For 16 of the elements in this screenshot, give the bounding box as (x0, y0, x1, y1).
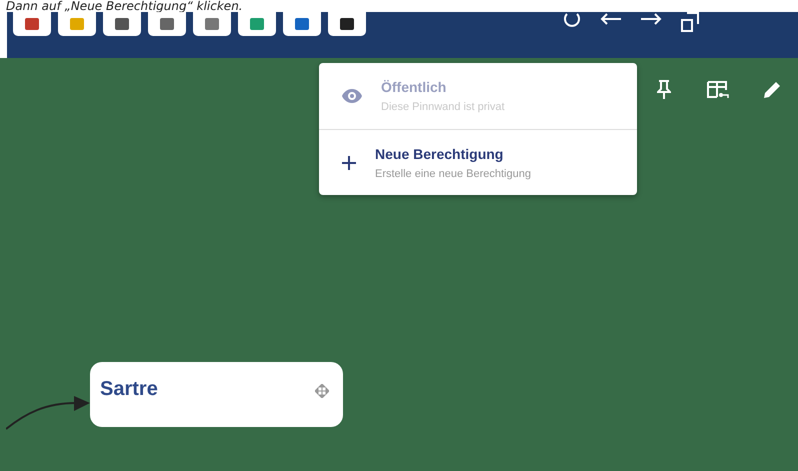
plus-icon (341, 154, 357, 170)
arrow-right-icon[interactable] (640, 12, 662, 26)
caption-text: Dann auf „Neue Berechtigung“ klicken. (5, 0, 244, 12)
menu-item-subtitle: Erstelle eine neue Berechtigung (375, 168, 531, 180)
copy-icon[interactable] (680, 12, 700, 32)
eye-icon (341, 88, 363, 104)
menu-item-title: Öffentlich (381, 79, 448, 95)
menu-item-title: Neue Berechtigung (375, 146, 504, 162)
node-title: Sartre (100, 378, 158, 401)
menu-item[interactable]: Neue Berechtigung Erstelle eine neue Berechtigung (319, 129, 637, 195)
arrow-left-icon[interactable] (600, 12, 622, 26)
app-icon[interactable] (103, 12, 141, 36)
move-icon[interactable] (315, 384, 329, 398)
app-icon[interactable] (328, 12, 366, 36)
mindmap-node[interactable]: Sartre (90, 362, 343, 427)
undo-icon[interactable] (564, 12, 582, 30)
